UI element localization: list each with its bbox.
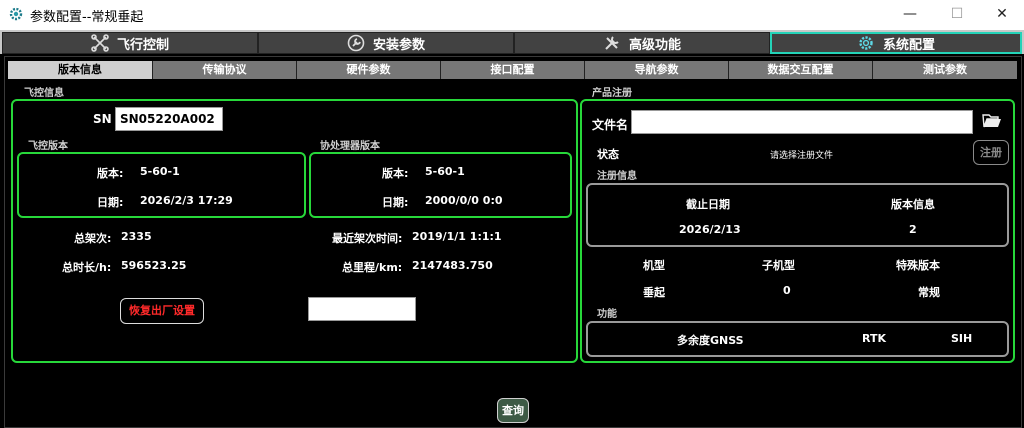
tab-system-config[interactable]: 系统配置 xyxy=(770,32,1022,54)
coprocessor-version-value: 5-60-1 xyxy=(425,165,465,178)
file-name-field[interactable] xyxy=(631,110,973,134)
coprocessor-version-label: 版本: xyxy=(382,167,409,180)
window-title: 参数配置--常规垂起 xyxy=(30,10,144,25)
feature-item: 多余度GNSS xyxy=(677,334,744,347)
version-info-value: 2 xyxy=(909,223,917,236)
sn-label: SN xyxy=(93,112,112,126)
subtab-navigation-params[interactable]: 导航参数 xyxy=(585,61,729,79)
subtab-data-exchange[interactable]: 数据交互配置 xyxy=(729,61,873,79)
fc-date-label: 日期: xyxy=(97,196,124,209)
total-hours-value: 596523.25 xyxy=(121,259,187,272)
total-flights-label: 总架次: xyxy=(74,232,112,245)
subtab-interface-config[interactable]: 接口配置 xyxy=(441,61,585,79)
subtab-transport-protocol[interactable]: 传输协议 xyxy=(153,61,297,79)
register-button[interactable]: 注册 xyxy=(973,140,1009,165)
model-value: 垂起 xyxy=(643,286,665,299)
sn-field[interactable]: SN05220A002 xyxy=(115,107,223,131)
total-hours-label: 总时长/h: xyxy=(62,261,112,274)
fc-version-title: 飞控版本 xyxy=(28,141,68,152)
status-label: 状态 xyxy=(597,148,619,161)
version-info-header: 版本信息 xyxy=(891,198,935,211)
minimize-button[interactable]: — xyxy=(898,4,922,24)
status-value: 请选择注册文件 xyxy=(770,151,834,161)
subtab-test-params[interactable]: 测试参数 xyxy=(873,61,1017,79)
last-flight-label: 最近架次时间: xyxy=(332,232,403,245)
flight-control-section-title: 飞控信息 xyxy=(24,88,64,99)
close-button[interactable]: ✕ xyxy=(990,4,1014,24)
tools-icon xyxy=(605,36,619,50)
drone-icon xyxy=(91,34,109,52)
tab-advanced-label: 高级功能 xyxy=(628,37,681,53)
submodel-header: 子机型 xyxy=(762,259,795,272)
coprocessor-version-title: 协处理器版本 xyxy=(320,141,380,152)
tab-system-config-label: 系统配置 xyxy=(882,37,935,53)
query-button[interactable]: 查询 xyxy=(497,398,529,423)
tab-advanced[interactable]: 高级功能 xyxy=(514,32,770,54)
tab-install-params[interactable]: 安装参数 xyxy=(258,32,514,54)
last-flight-value: 2019/1/1 1:1:1 xyxy=(412,230,502,243)
wrench-circle-icon xyxy=(347,34,365,52)
app-gear-icon xyxy=(9,7,23,21)
coprocessor-date-label: 日期: xyxy=(382,196,409,209)
subtab-hardware-params[interactable]: 硬件参数 xyxy=(297,61,441,79)
total-flights-value: 2335 xyxy=(121,230,152,243)
file-name-label: 文件名 xyxy=(592,118,629,132)
tab-flight-control[interactable]: 飞行控制 xyxy=(2,32,258,54)
expiry-date-value: 2026/2/13 xyxy=(679,223,741,236)
fc-version-label: 版本: xyxy=(97,167,124,180)
coprocessor-version-box xyxy=(309,152,572,218)
submodel-value: 0 xyxy=(783,284,791,297)
total-distance-value: 2147483.750 xyxy=(412,259,493,272)
folder-open-icon[interactable] xyxy=(982,112,1002,130)
registration-section-title: 产品注册 xyxy=(592,88,632,99)
fc-version-box xyxy=(17,152,306,218)
expiry-date-header: 截止日期 xyxy=(686,198,730,211)
reset-code-field[interactable] xyxy=(308,297,416,321)
factory-reset-button[interactable]: 恢复出厂设置 xyxy=(120,298,204,324)
maximize-button[interactable]: ☐ xyxy=(945,4,969,24)
tab-flight-control-label: 飞行控制 xyxy=(116,37,169,53)
title-bar xyxy=(0,0,1024,30)
coprocessor-date-value: 2000/0/0 0:0 xyxy=(425,194,503,207)
fc-version-value: 5-60-1 xyxy=(140,165,180,178)
features-title: 功能 xyxy=(597,309,617,320)
fc-date-value: 2026/2/3 17:29 xyxy=(140,194,233,207)
tab-install-params-label: 安装参数 xyxy=(372,37,425,53)
gear-icon xyxy=(859,36,873,50)
special-version-value: 常规 xyxy=(918,286,940,299)
registration-info-box xyxy=(586,183,1009,247)
feature-item: SIH xyxy=(951,332,973,345)
total-distance-label: 总里程/km: xyxy=(342,261,403,274)
model-header: 机型 xyxy=(643,259,665,272)
subtab-version-info[interactable]: 版本信息 xyxy=(8,61,153,79)
special-version-header: 特殊版本 xyxy=(896,259,940,272)
feature-item: RTK xyxy=(862,332,887,345)
features-box xyxy=(586,321,1009,357)
registration-info-title: 注册信息 xyxy=(597,171,637,182)
